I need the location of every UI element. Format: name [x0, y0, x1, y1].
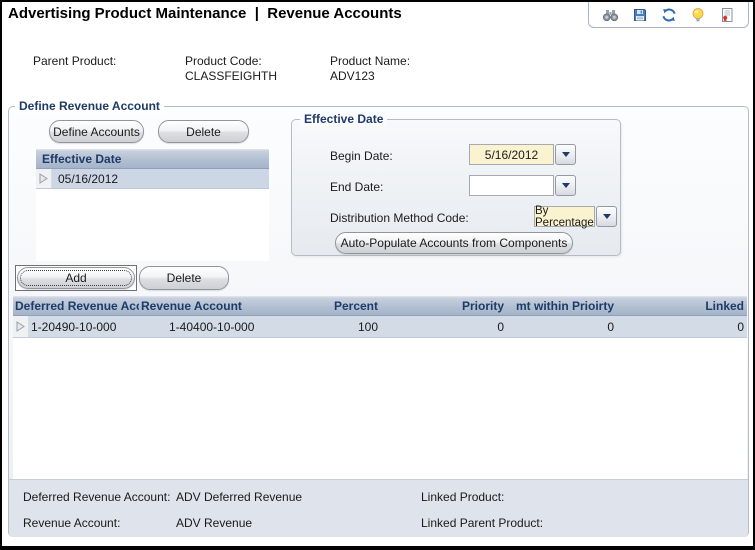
- accounts-grid-header: Deferred Revenue Acco Revenue Account Pe…: [13, 296, 747, 316]
- parent-product-label: Parent Product:: [33, 54, 117, 68]
- col-deferred-revenue-account[interactable]: Deferred Revenue Acco: [13, 299, 139, 313]
- end-date-label: End Date:: [330, 180, 384, 194]
- chevron-down-icon: [561, 183, 570, 188]
- col-linked[interactable]: Linked: [628, 299, 747, 313]
- toolbar: [588, 2, 749, 28]
- distribution-method-combo[interactable]: By Percentage: [534, 205, 617, 229]
- effective-date-legend: Effective Date: [300, 112, 388, 126]
- cell-amt-within-priority: 0: [607, 319, 614, 334]
- row-selector-icon: [13, 316, 29, 337]
- lightbulb-icon[interactable]: [689, 6, 707, 23]
- cell-deferred-revenue-account: 1-20490-10-000: [31, 319, 117, 334]
- effective-date-list-header[interactable]: Effective Date: [36, 149, 269, 169]
- deferred-revenue-account-label: Deferred Revenue Account:: [23, 490, 171, 504]
- page-title: Advertising Product Maintenance | Revenu…: [8, 5, 402, 22]
- end-date-combo[interactable]: [469, 175, 576, 196]
- col-percent[interactable]: Percent: [334, 299, 391, 313]
- add-button[interactable]: Add: [17, 267, 135, 289]
- product-name-value: ADV123: [330, 69, 375, 83]
- distribution-method-value[interactable]: By Percentage: [534, 205, 595, 229]
- cell-linked: 0: [737, 319, 744, 334]
- chevron-down-icon: [561, 152, 570, 157]
- distribution-method-code-label: Distribution Method Code:: [330, 211, 469, 225]
- accounts-grid: Deferred Revenue Acco Revenue Account Pe…: [13, 296, 747, 479]
- end-date-value[interactable]: [469, 175, 554, 196]
- begin-date-value[interactable]: 5/16/2012: [469, 144, 554, 165]
- binoculars-icon[interactable]: [602, 6, 620, 23]
- account-row[interactable]: 1-20490-10-000 1-40400-10-000 100 0 0 0: [13, 316, 747, 338]
- distribution-dropdown-button[interactable]: [596, 206, 617, 227]
- product-name-label: Product Name:: [330, 54, 411, 68]
- col-amt-within-priority[interactable]: Amt within Prioirty: [516, 299, 628, 313]
- delete-account-button[interactable]: Delete: [139, 266, 229, 290]
- deferred-revenue-account-value: ADV Deferred Revenue: [176, 490, 303, 504]
- cell-percent: 100: [357, 319, 378, 334]
- auto-populate-button[interactable]: Auto-Populate Accounts from Components: [335, 232, 573, 254]
- delete-effective-date-button[interactable]: Delete: [158, 120, 249, 143]
- product-code-value: CLASSFEIGHTH: [185, 69, 278, 83]
- define-revenue-account-group: Define Revenue Account Define Accounts D…: [8, 99, 749, 537]
- effective-date-cell: 05/16/2012: [58, 171, 119, 186]
- save-icon[interactable]: [631, 6, 649, 23]
- cell-priority: 0: [497, 319, 504, 334]
- linked-product-label: Linked Product:: [421, 490, 505, 504]
- begin-date-label: Begin Date:: [330, 149, 393, 163]
- effective-date-row[interactable]: 05/16/2012: [36, 169, 269, 189]
- begin-date-combo[interactable]: 5/16/2012: [469, 144, 576, 165]
- revenue-account-label: Revenue Account:: [23, 516, 121, 530]
- end-date-dropdown-button[interactable]: [555, 175, 576, 196]
- add-button-focus: Add: [15, 265, 137, 291]
- col-revenue-account[interactable]: Revenue Account: [139, 299, 334, 313]
- linked-parent-product-label: Linked Parent Product:: [421, 516, 544, 530]
- report-icon[interactable]: [718, 6, 736, 23]
- revenue-account-value: ADV Revenue: [176, 516, 253, 530]
- define-revenue-account-legend: Define Revenue Account: [15, 99, 164, 113]
- cell-revenue-account: 1-40400-10-000: [169, 319, 255, 334]
- summary-footer: Deferred Revenue Account: ADV Deferred R…: [9, 479, 748, 537]
- define-accounts-button[interactable]: Define Accounts: [49, 120, 144, 143]
- col-priority[interactable]: Priority: [391, 299, 516, 313]
- row-selector-icon: [36, 169, 52, 188]
- begin-date-dropdown-button[interactable]: [555, 144, 576, 165]
- effective-date-list: Effective Date 05/16/2012: [36, 149, 269, 261]
- effective-date-group: Effective Date Begin Date: 5/16/2012 End…: [291, 112, 621, 256]
- product-code-label: Product Code:: [185, 54, 262, 68]
- refresh-icon[interactable]: [660, 6, 678, 23]
- app-window: Advertising Product Maintenance | Revenu…: [0, 0, 755, 550]
- chevron-down-icon: [602, 214, 611, 219]
